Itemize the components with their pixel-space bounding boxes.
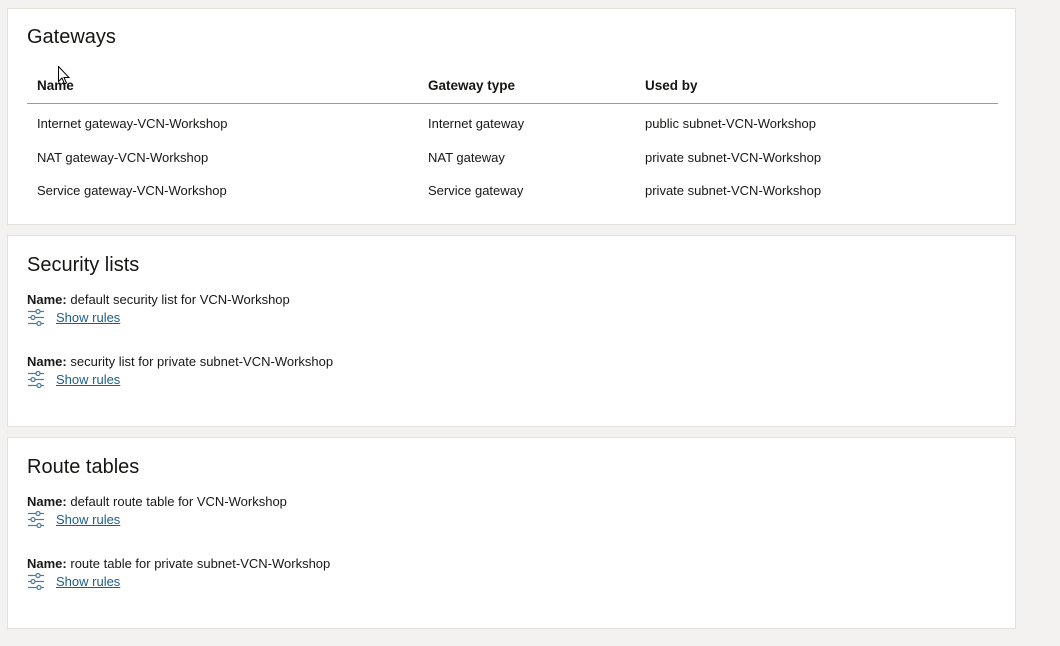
gateway-name-cell: NAT gateway-VCN-Workshop xyxy=(37,149,209,165)
show-rules-button[interactable]: Show rules xyxy=(27,309,290,326)
show-rules-button[interactable]: Show rules xyxy=(27,511,287,528)
sliders-icon xyxy=(27,511,45,528)
column-header-used-by[interactable]: Used by xyxy=(635,71,998,104)
show-rules-link[interactable]: Show rules xyxy=(56,310,120,326)
name-label: Name: xyxy=(27,556,67,571)
gateway-used-by-cell: private subnet-VCN-Workshop xyxy=(645,149,822,165)
gateway-type-cell: Service gateway xyxy=(428,183,524,199)
gateway-name-cell: Internet gateway-VCN-Workshop xyxy=(37,116,228,132)
table-row: Service gateway-VCN-Workshop Service gat… xyxy=(27,174,998,208)
route-tables-title: Route tables xyxy=(27,456,140,478)
name-label: Name: xyxy=(27,354,67,369)
name-label: Name: xyxy=(27,292,67,307)
route-table-name: default route table for VCN-Workshop xyxy=(70,494,287,509)
gateway-name-cell: Service gateway-VCN-Workshop xyxy=(37,183,227,199)
security-list-name: security list for private subnet-VCN-Wor… xyxy=(70,354,334,369)
gateways-table: Name Gateway type Used by Internet gatew… xyxy=(27,71,998,208)
route-table-name-line: Name: default route table for VCN-Worksh… xyxy=(27,494,287,510)
gateway-type-cell: Internet gateway xyxy=(428,116,525,132)
show-rules-button[interactable]: Show rules xyxy=(27,573,330,590)
gateways-card: Gateways Name Gateway type Used by Inter… xyxy=(7,8,1016,225)
sliders-icon xyxy=(27,371,45,388)
gateway-used-by-cell: public subnet-VCN-Workshop xyxy=(645,116,816,132)
name-label: Name: xyxy=(27,494,67,509)
sliders-icon xyxy=(27,309,45,326)
security-list-item: Name: security list for private subnet-V… xyxy=(27,354,333,388)
gateway-type-cell: NAT gateway xyxy=(428,149,505,165)
table-header-row: Name Gateway type Used by xyxy=(27,71,998,104)
security-list-item: Name: default security list for VCN-Work… xyxy=(27,292,290,326)
route-tables-card: Route tables Name: default route table f… xyxy=(7,437,1016,629)
gateways-title: Gateways xyxy=(27,26,116,48)
show-rules-button[interactable]: Show rules xyxy=(27,371,333,388)
security-list-name-line: Name: default security list for VCN-Work… xyxy=(27,292,290,308)
page: Gateways Name Gateway type Used by Inter… xyxy=(0,0,1060,646)
show-rules-link[interactable]: Show rules xyxy=(56,512,120,528)
security-list-name: default security list for VCN-Workshop xyxy=(70,292,290,307)
show-rules-link[interactable]: Show rules xyxy=(56,574,120,590)
table-row: Internet gateway-VCN-Workshop Internet g… xyxy=(27,104,998,141)
security-lists-title: Security lists xyxy=(27,254,140,276)
mouse-pointer-icon xyxy=(58,65,71,90)
route-table-item: Name: default route table for VCN-Worksh… xyxy=(27,494,287,528)
column-header-gateway-type[interactable]: Gateway type xyxy=(418,71,635,104)
route-table-name-line: Name: route table for private subnet-VCN… xyxy=(27,556,330,572)
security-list-name-line: Name: security list for private subnet-V… xyxy=(27,354,333,370)
show-rules-link[interactable]: Show rules xyxy=(56,372,120,388)
route-table-name: route table for private subnet-VCN-Works… xyxy=(70,556,331,571)
gateway-used-by-cell: private subnet-VCN-Workshop xyxy=(645,183,822,199)
sliders-icon xyxy=(27,573,45,590)
route-table-item: Name: route table for private subnet-VCN… xyxy=(27,556,330,590)
security-lists-card: Security lists Name: default security li… xyxy=(7,235,1016,427)
table-row: NAT gateway-VCN-Workshop NAT gateway pri… xyxy=(27,141,998,175)
column-header-name[interactable]: Name xyxy=(27,71,418,104)
